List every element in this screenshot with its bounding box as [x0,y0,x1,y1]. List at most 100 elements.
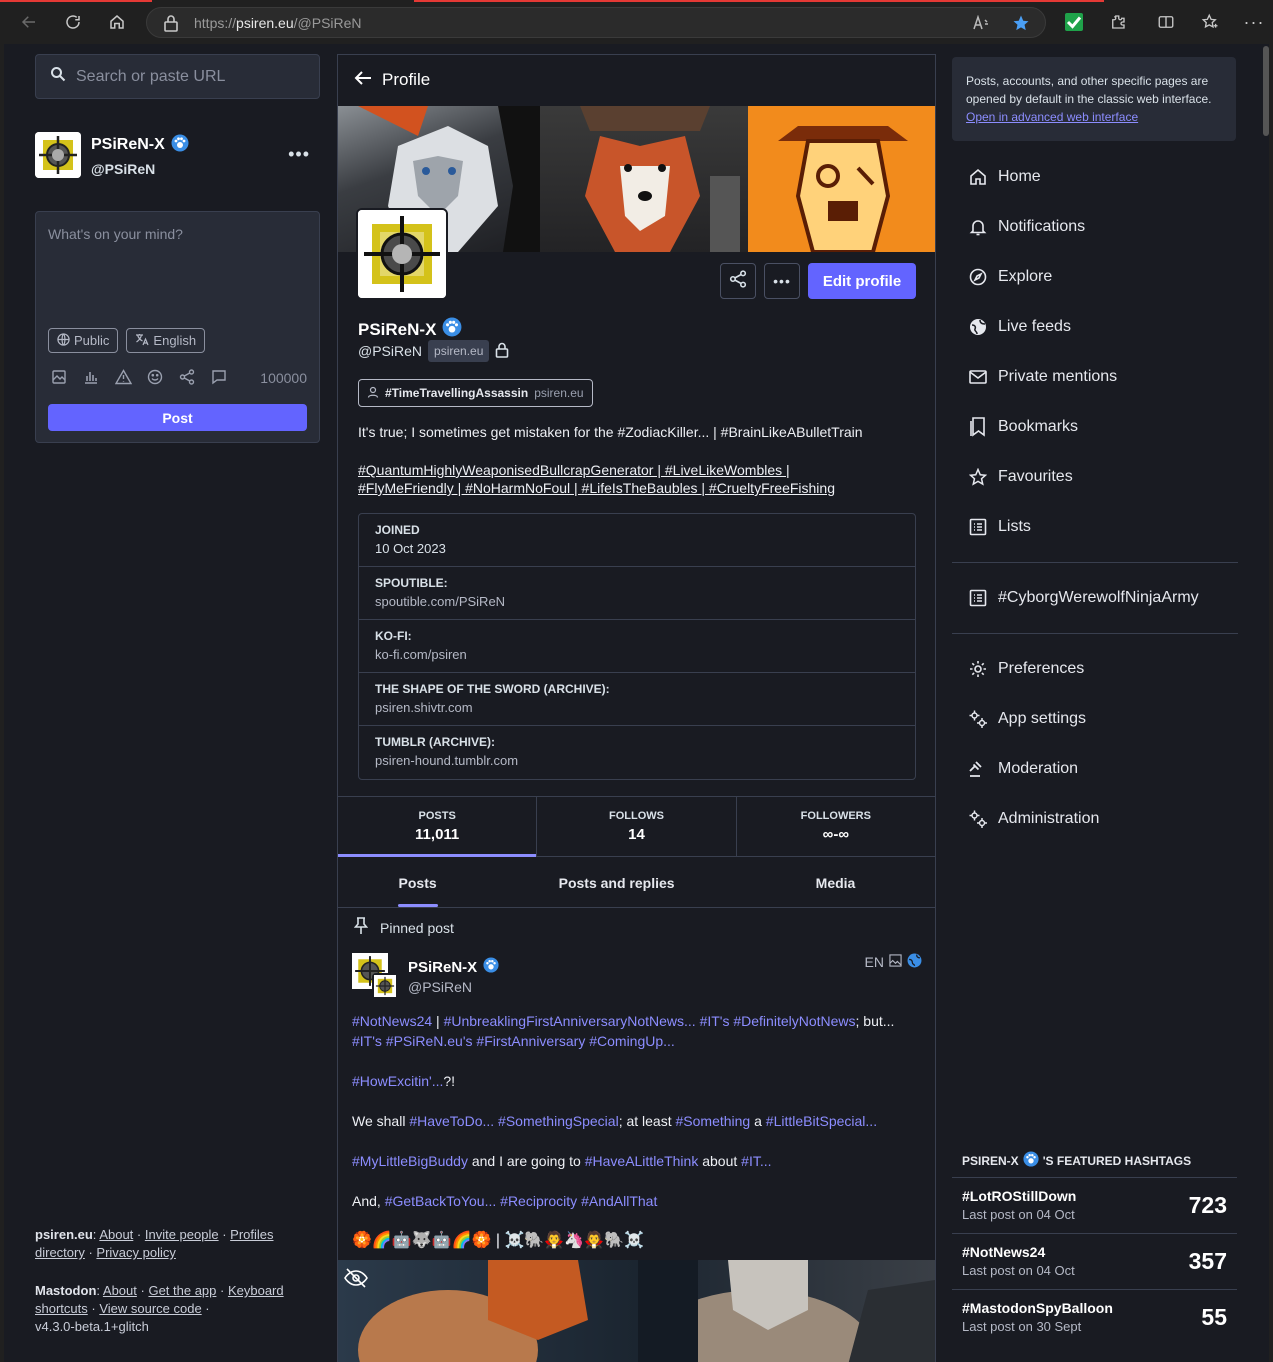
nav-divider [952,562,1238,563]
extension-check-icon[interactable] [1062,10,1086,34]
star-icon [968,467,988,487]
read-aloud-icon[interactable] [971,13,991,33]
posts-count[interactable]: POSTS 11,011 [338,797,538,857]
footer-get-app-link[interactable]: Get the app [148,1283,216,1298]
profile-more-button[interactable]: ••• [764,263,800,299]
field-link[interactable]: spoutible.com/PSiReN [375,594,899,609]
url-text: https://psiren.eu/@PSiReN [194,15,362,31]
status-paragraph: #MyLittleBigBuddy and I are going to #Ha… [352,1153,772,1169]
tab-media[interactable]: Media [736,858,935,907]
nav-app-settings[interactable]: App settings [968,694,1238,744]
list-icon [968,588,988,608]
language-dropdown[interactable]: English [126,328,206,353]
scrollbar[interactable] [1263,46,1269,136]
profile-field-tumblr: TUMBLR (ARCHIVE): psiren-hound.tumblr.co… [359,726,915,779]
featured-tag-chip[interactable]: #TimeTravellingAssassin psiren.eu [358,379,593,407]
footer-invite-link[interactable]: Invite people [145,1227,219,1242]
search-input[interactable]: Search or paste URL [35,54,320,99]
verified-paw-icon [442,317,462,342]
home-icon[interactable] [105,10,129,34]
nav-preferences[interactable]: Preferences [968,644,1238,694]
featured-hashtag-item[interactable]: #LotROStillDown Last post on 04 Oct 723 [952,1178,1237,1234]
tab-posts-and-replies[interactable]: Posts and replies [497,858,736,907]
field-link[interactable]: psiren-hound.tumblr.com [375,753,899,768]
verified-paw-icon [171,134,189,157]
tab-posts[interactable]: Posts [338,858,497,907]
public-globe-icon[interactable] [907,953,922,971]
status-display-name[interactable]: PSiReN-X [408,957,499,977]
back-icon[interactable] [17,10,41,34]
bio-line[interactable]: It's true; I sometimes get mistaken for … [358,423,923,441]
account-display-name: PSiReN-X [91,134,189,157]
nav-home[interactable]: Home [968,152,1238,202]
field-link[interactable]: psiren.shivtr.com [375,700,899,715]
bio-hashtags-line[interactable]: #QuantumHighlyWeaponisedBullcrapGenerato… [358,461,923,479]
address-bar[interactable]: https://psiren.eu/@PSiReN [146,7,1046,38]
footer-about-link[interactable]: About [99,1227,133,1242]
lock-icon[interactable] [163,14,179,37]
footer-privacy-link[interactable]: Privacy policy [96,1245,175,1260]
account-avatar[interactable] [35,132,81,178]
pinned-status[interactable]: PSiReN-X @PSiReN EN #NotNews24 | #Unbrea… [352,953,922,1271]
list-icon [968,517,988,537]
navigation-panel: Home Notifications Explore Live feeds Pr… [952,152,1238,844]
share-icon[interactable] [178,368,196,386]
back-arrow-icon[interactable] [354,70,372,91]
media-icon[interactable] [50,368,68,386]
content-warning-icon[interactable] [114,368,132,386]
profile-avatar[interactable] [356,208,448,300]
nav-explore[interactable]: Explore [968,252,1238,302]
post-button[interactable]: Post [48,404,307,431]
bio-hashtags-line[interactable]: #FlyMeFriendly | #NoHarmNoFoul | #LifeIs… [358,479,923,497]
nav-administration[interactable]: Administration [968,794,1238,844]
field-link[interactable]: ko-fi.com/psiren [375,647,899,662]
edit-profile-button[interactable]: Edit profile [808,263,916,299]
emoji-icon[interactable] [146,368,164,386]
globe-icon [57,332,70,349]
status-language: EN [864,954,884,970]
split-screen-icon[interactable] [1154,10,1178,34]
pinned-post-label: Pinned post [353,917,454,938]
nav-moderation[interactable]: Moderation [968,744,1238,794]
nav-private-mentions[interactable]: Private mentions [968,352,1238,402]
nav-live-feeds[interactable]: Live feeds [968,302,1238,352]
account-menu-icon[interactable]: ••• [288,144,310,165]
footer-source-code-link[interactable]: View source code [99,1301,201,1316]
open-advanced-interface-link[interactable]: Open in advanced web interface [966,110,1138,124]
refresh-icon[interactable] [61,10,85,34]
nav-favourites[interactable]: Favourites [968,452,1238,502]
featured-hashtag-item[interactable]: #NotNews24 Last post on 04 Oct 357 [952,1234,1237,1290]
gear-icon [968,659,988,679]
extensions-icon[interactable] [1106,10,1130,34]
more-menu-icon[interactable]: ··· [1242,10,1266,34]
share-profile-button[interactable] [720,263,756,299]
thread-icon[interactable] [210,368,228,386]
compose-textarea[interactable]: What's on your mind? [48,226,183,242]
user-icon [367,386,379,401]
character-counter: 100000 [260,370,307,386]
nav-bookmarks[interactable]: Bookmarks [968,402,1238,452]
status-meta: EN [865,953,922,971]
favorite-star-icon[interactable] [1011,13,1031,33]
footer-mastodon-about-link[interactable]: About [103,1283,137,1298]
status-content: #NotNews24 | #UnbreaklingFirstAnniversar… [352,1011,922,1251]
column-header: Profile [338,55,935,105]
profile-counts: POSTS 11,011 FOLLOWS 14 FOLLOWERS ∞-∞ [338,796,935,857]
profile-bio: It's true; I sometimes get mistaken for … [358,423,923,497]
nav-list-cyborg-werewolf-ninja-army[interactable]: #CyborgWerewolfNinjaArmy [968,573,1238,623]
favorites-icon[interactable] [1198,10,1222,34]
followers-count[interactable]: FOLLOWERS ∞-∞ [737,797,935,856]
bell-icon [968,217,988,237]
hide-media-icon[interactable] [344,1268,368,1293]
banner-robot-panel [748,106,935,254]
cogs-icon [968,709,988,729]
current-account[interactable]: PSiReN-X @PSiReN ••• [35,132,320,178]
featured-hashtag-item[interactable]: #MastodonSpyBalloon Last post on 30 Sept… [952,1290,1237,1346]
poll-icon[interactable] [82,368,100,386]
nav-lists[interactable]: Lists [968,502,1238,552]
nav-notifications[interactable]: Notifications [968,202,1238,252]
home-icon [968,167,988,187]
status-media-image[interactable] [338,1260,935,1362]
follows-count[interactable]: FOLLOWS 14 [537,797,737,856]
visibility-dropdown[interactable]: Public [48,328,119,353]
